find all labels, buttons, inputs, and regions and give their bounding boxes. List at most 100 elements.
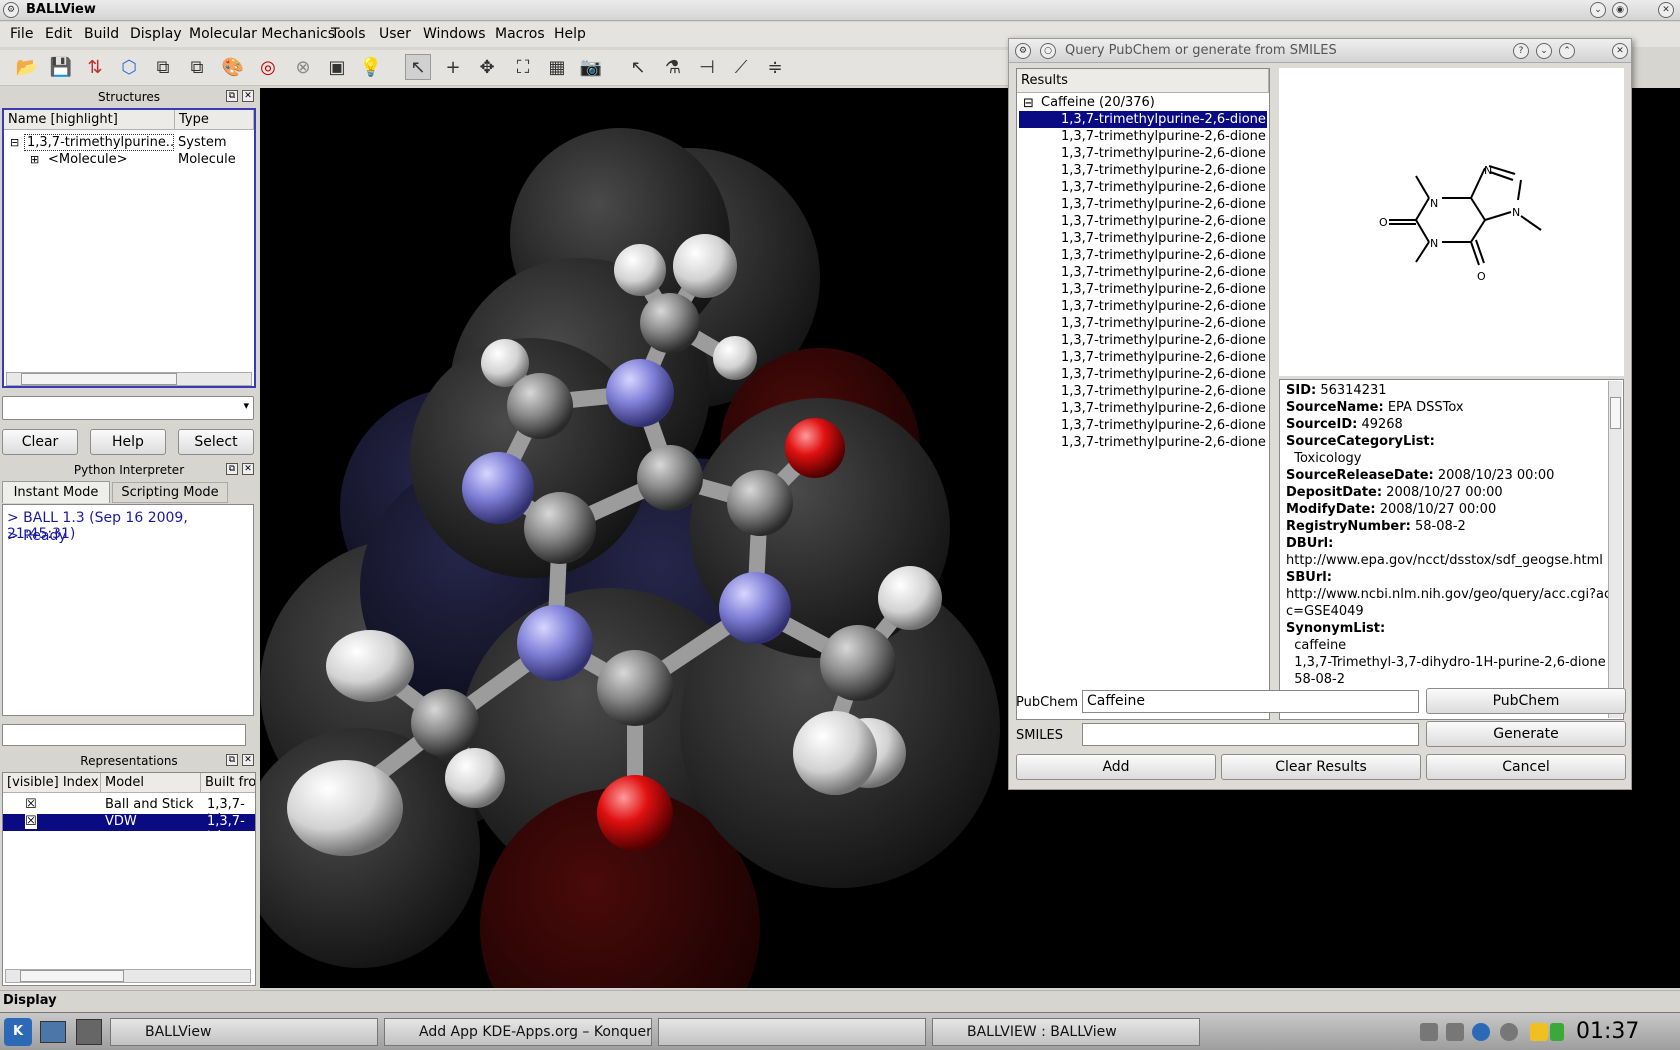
generate-button[interactable]: Generate [1426,721,1626,747]
close-icon[interactable]: ✕ [1612,43,1628,59]
result-item[interactable]: 1,3,7-trimethylpurine-2,6-dione [1019,434,1267,451]
smiles-input[interactable] [1082,723,1419,746]
float-panel-icon[interactable]: ⧉ [226,463,238,475]
camera-icon[interactable]: 📷 [578,54,604,80]
result-item[interactable]: 1,3,7-trimethylpurine-2,6-dione [1019,179,1267,196]
col-type-header[interactable]: Type [175,110,254,130]
python-input[interactable] [2,724,246,746]
visible-checkbox[interactable]: ☒ [25,814,37,829]
structures-tree[interactable]: Name [highlight] Type ⊟ 1,3,7-trimethylp… [2,108,256,388]
maximize-icon[interactable]: ⌃ [1559,43,1575,59]
hexagon-icon[interactable]: ⬡ [116,54,142,80]
fit-view-icon[interactable]: ⛶ [510,54,536,80]
result-item[interactable]: 1,3,7-trimethylpurine-2,6-dione [1019,349,1267,366]
minimize-icon[interactable]: ⌄ [1590,2,1606,18]
network-icon[interactable] [1446,1023,1464,1041]
close-panel-icon[interactable]: ✕ [242,90,254,102]
collapse-icon[interactable]: ⊟ [10,136,19,149]
task-ballview-konsole[interactable]: BALLVIEW : BALLView [932,1018,1200,1046]
clear-button[interactable]: Clear [2,429,78,455]
result-item[interactable]: 1,3,7-trimethylpurine-2,6-dione [1019,332,1267,349]
copy-icon[interactable]: ⧉ [150,54,176,80]
float-panel-icon[interactable]: ⧉ [226,754,238,766]
col-visible-header[interactable]: [visible] Index [3,773,101,793]
table-row[interactable]: ☒ Ball and Stick 1,3,7-tri [3,797,255,827]
edit-mode-icon[interactable]: ↖ [625,54,651,80]
scroll-thumb[interactable] [20,970,124,982]
optimize-icon[interactable]: ⟋ [728,54,754,80]
palette-icon[interactable]: 🎨 [220,54,246,80]
volume-icon[interactable] [1420,1023,1438,1041]
window-menu-icon[interactable]: ⚙ [3,2,19,18]
save-icon[interactable]: 💾 [48,54,74,80]
table-row[interactable]: ☒ VDW 1,3,7-tri [3,814,255,844]
menu-file[interactable]: File [10,26,33,42]
results-tree[interactable]: Results ⊟ Caffeine (20/376) 1,3,7-trimet… [1016,68,1270,720]
maximize-icon[interactable]: ◉ [1612,2,1628,18]
result-item[interactable]: 1,3,7-trimethylpurine-2,6-dione [1019,145,1267,162]
scroll-thumb[interactable] [21,373,177,385]
task-konqueror[interactable]: Add App KDE-Apps.org – Konqueror [384,1018,652,1046]
result-item[interactable]: 1,3,7-trimethylpurine-2,6-dione [1019,383,1267,400]
crosshair-icon[interactable]: + [440,54,466,80]
results-root-item[interactable]: Caffeine (20/376) [1041,94,1155,111]
clear-results-button[interactable]: Clear Results [1221,754,1421,780]
result-item[interactable]: 1,3,7-trimethylpurine-2,6-dione [1019,315,1267,332]
representations-table[interactable]: [visible] Index Model Built fro ☒ Ball a… [2,772,256,986]
menu-macros[interactable]: Macros [495,26,545,42]
result-item[interactable]: 1,3,7-trimethylpurine-2,6-dione [1019,128,1267,145]
screenshot-icon[interactable]: ▣ [324,54,350,80]
result-item[interactable]: 1,3,7-trimethylpurine-2,6-dione [1019,213,1267,230]
menu-help[interactable]: Help [554,26,586,42]
target-icon[interactable]: ◎ [255,54,281,80]
structure-row-system[interactable]: 1,3,7-trimethylpurine... [24,134,174,151]
menu-edit[interactable]: Edit [45,26,72,42]
close-panel-icon[interactable]: ✕ [242,463,254,475]
menu-molecular-mechanics[interactable]: Molecular Mechanics [189,26,335,42]
result-item[interactable]: 1,3,7-trimethylpurine-2,6-dione [1019,417,1267,434]
tab-instant-mode[interactable]: Instant Mode [2,481,110,503]
float-panel-icon[interactable]: ⧉ [226,90,238,102]
help-button[interactable]: Help [90,429,166,455]
menu-display[interactable]: Display [130,26,182,42]
compound-info-text[interactable]: SID: 56314231 SourceName: EPA DSSTox Sourc… [1279,379,1624,720]
file-manager-icon[interactable] [76,1019,102,1045]
minimize-icon[interactable]: ⌄ [1536,43,1552,59]
pointer-icon[interactable]: ↖ [405,54,431,80]
structures-scrollbar[interactable] [6,372,252,386]
col-model-header[interactable]: Model [101,773,201,793]
result-item[interactable]: 1,3,7-trimethylpurine-2,6-dione [1019,230,1267,247]
result-item[interactable]: 1,3,7-trimethylpurine-2,6-dione [1019,366,1267,383]
scroll-thumb[interactable] [1610,397,1621,429]
flask-icon[interactable]: ⚗ [660,54,686,80]
result-item[interactable]: 1,3,7-trimethylpurine-2,6-dione [1019,264,1267,281]
structure-row-molecule[interactable]: <Molecule> [48,152,128,167]
move-icon[interactable]: ✥ [474,54,500,80]
kde-menu-icon[interactable]: K [4,1018,32,1046]
tab-scripting-mode[interactable]: Scripting Mode [112,482,228,503]
pubchem-query-input[interactable]: Caffeine [1082,690,1419,713]
add-hydrogens-icon[interactable]: ⊣ [694,54,720,80]
browser-icon[interactable] [1472,1023,1490,1041]
result-item[interactable]: 1,3,7-trimethylpurine-2,6-dione [1019,162,1267,179]
info-scrollbar[interactable] [1608,381,1622,718]
col-built-header[interactable]: Built fro [201,773,255,793]
menu-tools[interactable]: Tools [331,26,366,42]
dialog-pin-icon[interactable]: ○ [1040,43,1056,59]
align-icon[interactable]: ≑ [762,54,788,80]
task-ballview[interactable]: BALLView [110,1018,378,1046]
add-button[interactable]: Add [1016,754,1216,780]
result-item[interactable]: 1,3,7-trimethylpurine-2,6-dione [1019,247,1267,264]
menu-user[interactable]: User [379,26,411,42]
menu-windows[interactable]: Windows [423,26,486,42]
task-blank[interactable] [658,1018,926,1046]
dialog-menu-icon[interactable]: ⚙ [1015,43,1031,59]
result-item[interactable]: 1,3,7-trimethylpurine-2,6-dione [1019,196,1267,213]
python-console[interactable]: > BALL 1.3 (Sep 16 2009, 21:45:31) > Rea… [2,504,254,716]
show-desktop-icon[interactable] [40,1021,66,1043]
light-bulb-icon[interactable]: 💡 [358,54,384,80]
representations-scrollbar[interactable] [5,969,251,983]
result-item[interactable]: 1,3,7-trimethylpurine-2,6-dione [1019,281,1267,298]
menu-build[interactable]: Build [84,26,119,42]
visible-checkbox[interactable]: ☒ [25,797,37,812]
